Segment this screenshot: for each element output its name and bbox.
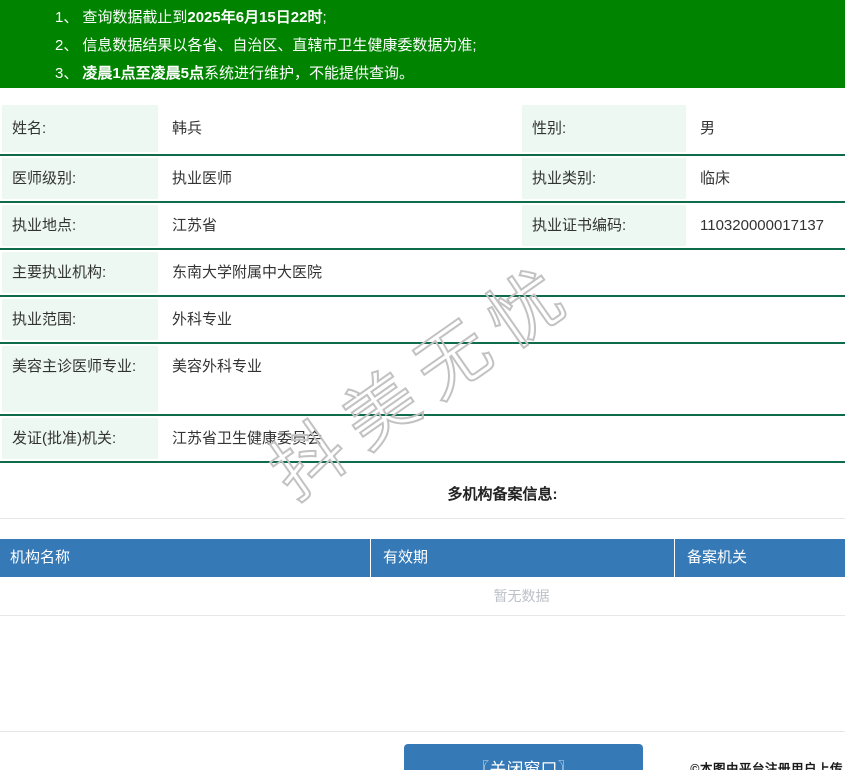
table-row-main-institution: 主要执业机构: 东南大学附属中大医院 <box>0 250 845 297</box>
field-value-cosmetic-specialty: 美容外科专业 <box>172 358 263 375</box>
table-row-level-category: 医师级别: 执业医师 执业类别: 临床 <box>0 156 845 203</box>
section-title-row: 多机构备案信息: <box>0 463 845 519</box>
field-label-doctor-level: 医师级别: <box>0 156 160 201</box>
notice-text: 信息数据结果以各省、自治区、直辖市卫生健康委数据为准; <box>82 37 477 54</box>
notice-text: ; <box>322 9 327 26</box>
field-value-doctor-level: 执业医师 <box>172 170 233 187</box>
field-label-main-institution: 主要执业机构: <box>0 250 160 295</box>
notice-number: 2、 <box>55 37 79 54</box>
notice-number: 1、 <box>55 9 79 26</box>
field-label-gender: 性别: <box>520 103 688 154</box>
records-table-header: 机构名称 有效期 备案机关 <box>0 539 845 577</box>
field-label-certificate-number: 执业证书编码: <box>520 203 688 248</box>
notice-item-1: 1、 查询数据截止到2025年6月15日22时; <box>55 7 845 28</box>
notice-number: 3、 <box>55 65 79 82</box>
notice-text: 查询数据截止到 <box>82 9 188 26</box>
column-header-record-authority: 备案机关 <box>687 549 748 566</box>
field-value-practice-scope: 外科专业 <box>172 311 233 328</box>
field-value-name: 韩兵 <box>172 120 203 137</box>
field-value-practice-location: 江苏省 <box>172 217 218 234</box>
table-row-location-certno: 执业地点: 江苏省 执业证书编码: 110320000017137 <box>0 203 845 250</box>
field-value-main-institution: 东南大学附属中大医院 <box>172 264 323 281</box>
field-label-name: 姓名: <box>0 103 160 154</box>
field-value-gender: 男 <box>700 120 716 137</box>
table-row-issuing-authority: 发证(批准)机关: 江苏省卫生健康委员会 <box>0 416 845 463</box>
field-value-practice-category: 临床 <box>700 170 731 187</box>
field-value-issuing-authority: 江苏省卫生健康委员会 <box>172 430 323 447</box>
blank-area <box>0 616 845 731</box>
close-window-button[interactable]: 〖关闭窗口〗 <box>404 744 643 770</box>
field-label-practice-location: 执业地点: <box>0 203 160 248</box>
footer-bar: 〖关闭窗口〗 ©本图由平台注册用户上传 <box>0 731 845 770</box>
notice-text-bold: 2025年6月15日22时 <box>187 9 323 26</box>
notice-text: 系统进行维护，不能提供查询。 <box>204 65 415 82</box>
column-header-validity-period: 有效期 <box>371 539 675 577</box>
field-value-certificate-number: 110320000017137 <box>700 217 825 234</box>
table-row-name-gender: 姓名: 韩兵 性别: 男 <box>0 103 845 156</box>
notice-item-3: 3、 凌晨1点至凌晨5点系统进行维护，不能提供查询。 <box>55 63 845 84</box>
notice-item-2: 2、 信息数据结果以各省、自治区、直辖市卫生健康委数据为准; <box>55 35 845 56</box>
field-label-practice-scope: 执业范围: <box>0 297 160 342</box>
doctor-profile-table: 姓名: 韩兵 性别: 男 医师级别: 执业医师 执业类别: 临床 执业地点: 江… <box>0 103 845 463</box>
query-result-page: 1、 查询数据截止到2025年6月15日22时; 2、 信息数据结果以各省、自治区、… <box>0 0 845 770</box>
multi-institution-section-title: 多机构备案信息: <box>447 486 558 503</box>
field-label-issuing-authority: 发证(批准)机关: <box>0 416 160 461</box>
copyright-watermark-label: ©本图由平台注册用户上传 <box>690 762 843 770</box>
field-label-practice-category: 执业类别: <box>520 156 688 201</box>
notice-text-bold: 凌晨1点至凌晨5点 <box>82 65 205 82</box>
table-row-practice-scope: 执业范围: 外科专业 <box>0 297 845 344</box>
notice-banner: 1、 查询数据截止到2025年6月15日22时; 2、 信息数据结果以各省、自治区、… <box>0 0 845 88</box>
table-row-cosmetic-specialty: 美容主诊医师专业: 美容外科专业 <box>0 344 845 416</box>
no-data-placeholder: 暂无数据 <box>0 577 845 616</box>
column-header-institution-name: 机构名称 <box>0 539 371 577</box>
field-label-cosmetic-specialty: 美容主诊医师专业: <box>0 344 160 414</box>
